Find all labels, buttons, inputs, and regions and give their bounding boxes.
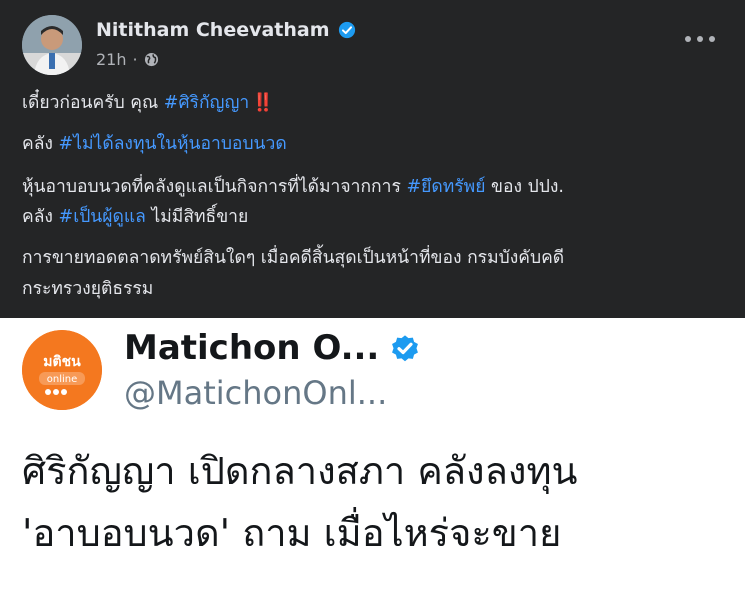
post-text: คลัง bbox=[22, 207, 59, 227]
tweet-body: ศิริกัญญา เปิดกลางสภา คลังลงทุน 'อาบอบนว… bbox=[22, 440, 722, 564]
hashtag-link[interactable]: #ยึดทรัพย์ bbox=[406, 177, 485, 197]
verified-badge-icon bbox=[338, 21, 355, 39]
hashtag-link[interactable]: #ศิริกัญญา bbox=[164, 93, 249, 113]
svg-text:มติชน: มติชน bbox=[43, 354, 81, 370]
post-text: กระทรวงยุติธรรม bbox=[22, 279, 154, 299]
hashtag-link[interactable]: #ไม่ได้ลงทุนในหุ้นอาบอบนวด bbox=[59, 134, 287, 154]
more-dot-icon bbox=[685, 36, 691, 42]
more-dot-icon bbox=[697, 36, 703, 42]
verified-badge-icon bbox=[392, 335, 419, 362]
post-time[interactable]: 21h bbox=[96, 50, 127, 69]
tweet-author-row: Matichon O... bbox=[124, 328, 421, 368]
globe-icon bbox=[144, 52, 158, 67]
post-text: ของ ปปง. bbox=[485, 177, 564, 197]
post-text: ไม่มีสิทธิ์ขาย bbox=[145, 207, 249, 227]
double-exclamation-icon: ‼️ bbox=[249, 93, 274, 113]
author-avatar[interactable] bbox=[22, 15, 82, 75]
more-options-button[interactable] bbox=[685, 30, 715, 48]
svg-text:online: online bbox=[47, 374, 78, 385]
post-meta: 21h · bbox=[96, 50, 159, 69]
author-name[interactable]: Nititham Cheevatham bbox=[96, 19, 330, 41]
post-line-1: เดี๋ยวก่อนครับ คุณ #ศิริกัญญา ‼️ bbox=[22, 90, 732, 116]
tweet-body-line: 'อาบอบนวด' ถาม เมื่อไหร่จะขาย bbox=[22, 511, 562, 555]
post-line-6: กระทรวงยุติธรรม bbox=[22, 276, 732, 302]
matichon-logo-icon: มติชน online bbox=[22, 330, 102, 410]
avatar-photo-icon bbox=[22, 15, 82, 75]
post-line-4: คลัง #เป็นผู้ดูแล ไม่มีสิทธิ์ขาย bbox=[22, 204, 732, 230]
matichon-logo-avatar: มติชน online bbox=[22, 330, 102, 410]
tweet-author-name: Matichon O... bbox=[124, 328, 380, 368]
post-line-3: หุ้นอาบอบนวดที่คลังดูแลเป็นกิจการที่ได้ม… bbox=[22, 174, 732, 200]
facebook-post: Nititham Cheevatham 21h · เดี๋ยวก่อนครับ… bbox=[0, 0, 745, 318]
post-text: คลัง bbox=[22, 134, 59, 154]
post-text: เดี๋ยวก่อนครับ คุณ bbox=[22, 93, 164, 113]
more-dot-icon bbox=[709, 36, 715, 42]
post-text: การขายทอดตลาดทรัพย์สินใดๆ เมื่อคดีสิ้นสุ… bbox=[22, 248, 565, 268]
meta-separator: · bbox=[132, 50, 138, 69]
tweet-author-handle: @MatichonOnl... bbox=[124, 374, 388, 412]
tweet-body-line: ศิริกัญญา เปิดกลางสภา คลังลงทุน bbox=[22, 449, 578, 493]
post-line-2: คลัง #ไม่ได้ลงทุนในหุ้นอาบอบนวด bbox=[22, 131, 732, 157]
hashtag-link[interactable]: #เป็นผู้ดูแล bbox=[59, 207, 146, 227]
post-text: หุ้นอาบอบนวดที่คลังดูแลเป็นกิจการที่ได้ม… bbox=[22, 177, 407, 197]
author-name-row: Nititham Cheevatham bbox=[96, 19, 356, 41]
post-line-5: การขายทอดตลาดทรัพย์สินใดๆ เมื่อคดีสิ้นสุ… bbox=[22, 245, 732, 271]
